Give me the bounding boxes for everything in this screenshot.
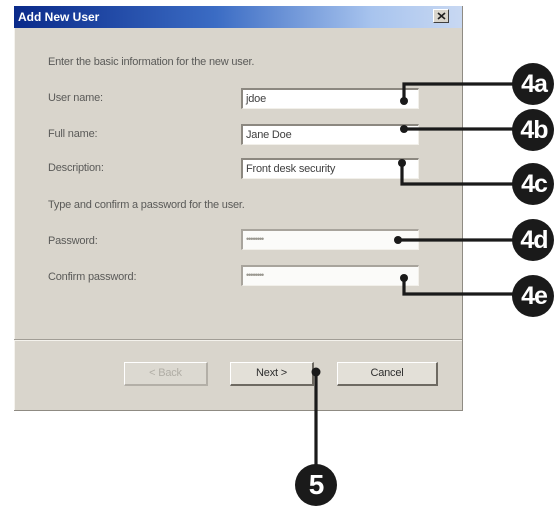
callout-5-label: 5 (308, 469, 325, 500)
callout-4c-label: 4c (521, 170, 548, 198)
callout-4b-dot (400, 125, 408, 133)
callout-4c-leader (400, 163, 513, 186)
callout-4e-dot (400, 274, 408, 282)
callout-4b-label: 4b (520, 116, 548, 144)
callout-4c-dot (398, 159, 406, 167)
callout-4e-label: 4e (521, 282, 548, 310)
callout-4d-dot (394, 236, 402, 244)
callout-overlay (295, 63, 554, 506)
callout-4d-label: 4d (520, 226, 548, 254)
callout-4a-leader (402, 82, 513, 101)
screenshot-canvas: Add New User Enter the basic information… (0, 0, 555, 509)
callout-5-dot (311, 367, 321, 377)
callout-4a-dot (400, 97, 408, 105)
callout-4e-leader (402, 278, 513, 296)
callout-4a-label: 4a (521, 70, 548, 98)
